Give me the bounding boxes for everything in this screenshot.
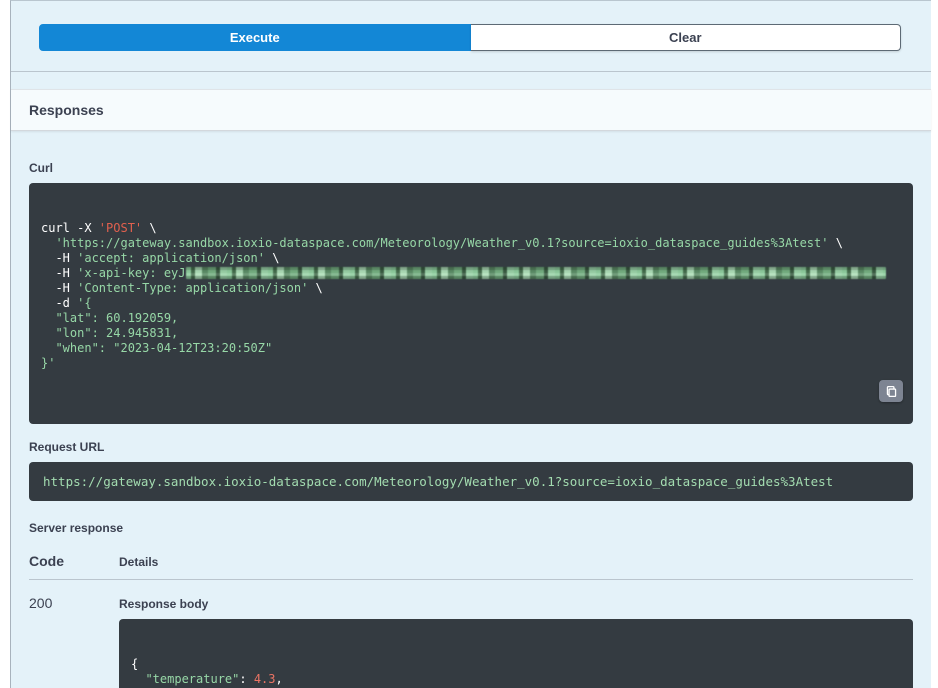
- execute-button[interactable]: Execute: [39, 24, 471, 51]
- response-body-block: { "temperature": 4.3, "humidity": 42, "p…: [119, 619, 913, 688]
- clipboard-icon: [885, 385, 898, 398]
- response-body-text: { "temperature": 4.3, "humidity": 42, "p…: [131, 657, 901, 688]
- response-table-row: 200 Response body { "temperature": 4.3, …: [29, 580, 913, 688]
- responses-section-header: Responses: [11, 89, 931, 131]
- status-code: 200: [29, 595, 119, 688]
- curl-command-text: curl -X 'POST' \ 'https://gateway.sandbo…: [41, 221, 901, 371]
- curl-label: Curl: [29, 161, 913, 175]
- clear-button[interactable]: Clear: [471, 24, 902, 51]
- response-table-header: Code Details: [29, 553, 913, 580]
- details-column-header: Details: [119, 555, 913, 569]
- execute-button-row: Execute Clear: [11, 1, 931, 72]
- curl-code-block: curl -X 'POST' \ 'https://gateway.sandbo…: [29, 183, 913, 424]
- request-url-label: Request URL: [29, 440, 913, 454]
- responses-title: Responses: [29, 102, 104, 118]
- response-body-label: Response body: [119, 597, 913, 611]
- code-column-header: Code: [29, 553, 119, 569]
- response-details-cell: Response body { "temperature": 4.3, "hum…: [119, 595, 913, 688]
- server-response-label: Server response: [29, 521, 913, 535]
- operation-block-body: Execute Clear Responses Curl curl -X 'PO…: [10, 0, 931, 688]
- responses-content: Curl curl -X 'POST' \ 'https://gateway.s…: [11, 131, 931, 688]
- copy-curl-button[interactable]: [879, 380, 903, 402]
- swagger-try-it-out-panel: Execute Clear Responses Curl curl -X 'PO…: [0, 0, 938, 688]
- redacted-api-key: [186, 267, 886, 279]
- request-url-value: https://gateway.sandbox.ioxio-dataspace.…: [29, 462, 913, 501]
